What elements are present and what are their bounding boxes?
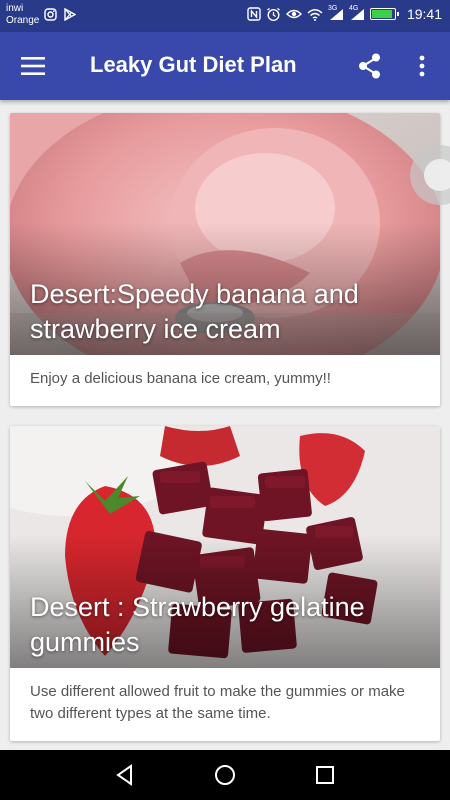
app-bar: Leaky Gut Diet Plan xyxy=(0,32,450,100)
status-icons: 3G 4G 19:41 xyxy=(247,5,442,22)
share-button[interactable] xyxy=(354,50,386,82)
carrier-line-1: inwi xyxy=(6,3,24,14)
share-icon xyxy=(359,53,380,79)
status-bar: inwi Orange 3G 4G 19:41 xyxy=(0,0,450,32)
carrier-label: inwi Orange xyxy=(6,3,39,27)
back-triangle-icon xyxy=(116,764,132,786)
more-options-button[interactable] xyxy=(410,50,434,82)
recipe-description: Use different allowed fruit to make the … xyxy=(30,683,405,722)
nfc-icon xyxy=(247,7,261,21)
recipe-image: Desert : Strawberry gelatine gummies xyxy=(10,426,440,668)
home-circle-icon xyxy=(215,765,235,785)
more-vert-icon xyxy=(419,55,425,77)
menu-button[interactable] xyxy=(20,52,50,80)
battery-level xyxy=(371,10,392,18)
recents-square-icon xyxy=(316,766,334,784)
signal-bars-icon xyxy=(350,8,364,20)
signal-bars-icon xyxy=(329,8,343,20)
battery-icon xyxy=(369,8,399,20)
recents-button[interactable] xyxy=(314,764,336,786)
instagram-icon xyxy=(44,8,57,21)
hamburger-menu-icon xyxy=(21,57,45,75)
home-button[interactable] xyxy=(214,764,236,786)
recipe-title: Desert : Strawberry gelatine gummies xyxy=(30,592,365,657)
recipe-card[interactable]: Desert : Strawberry gelatine gummies Use… xyxy=(10,426,440,741)
carrier-line-2: Orange xyxy=(6,15,40,26)
recipe-description: Enjoy a delicious banana ice cream, yumm… xyxy=(30,370,331,387)
recipe-list: Desert:Speedy banana and strawberry ice … xyxy=(10,113,440,761)
page-title: Leaky Gut Diet Plan xyxy=(90,52,297,77)
recipe-title: Desert:Speedy banana and strawberry ice … xyxy=(30,279,359,344)
recipe-card[interactable]: Desert:Speedy banana and strawberry ice … xyxy=(10,113,440,406)
back-button[interactable] xyxy=(114,764,136,786)
wifi-icon xyxy=(307,8,323,21)
notification-icons xyxy=(44,8,76,21)
eye-icon xyxy=(285,9,302,19)
alarm-icon xyxy=(267,7,280,21)
signal-2: 4G xyxy=(349,5,365,21)
status-time: 19:41 xyxy=(406,6,442,22)
signal-1: 3G xyxy=(328,5,344,21)
recipe-image: Desert:Speedy banana and strawberry ice … xyxy=(10,113,440,355)
system-nav-bar xyxy=(0,750,450,800)
play-store-icon xyxy=(64,8,76,21)
